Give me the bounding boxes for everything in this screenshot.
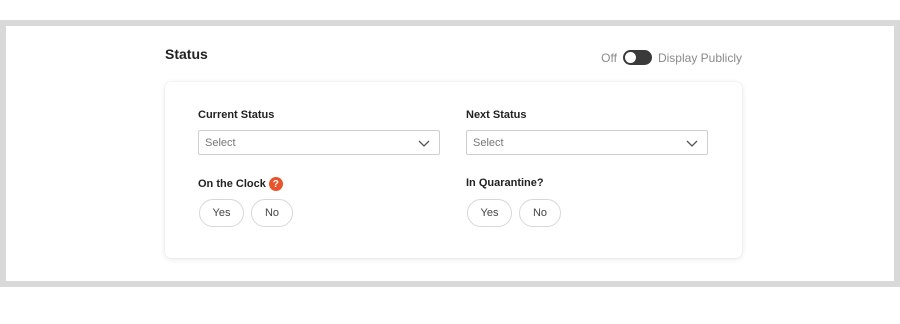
current-status-value: Select xyxy=(205,136,236,149)
toggle-state-label: Off xyxy=(601,50,617,65)
next-status-label: Next Status xyxy=(466,109,527,121)
on-the-clock-label: On the Clock xyxy=(198,177,266,190)
section-title: Status xyxy=(165,46,208,62)
in-quarantine-no-button[interactable]: No xyxy=(519,199,561,227)
display-publicly-toggle-group: Off Display Publicly xyxy=(601,50,742,65)
in-quarantine-yes-button[interactable]: Yes xyxy=(467,199,512,227)
on-the-clock-no-button[interactable]: No xyxy=(251,199,293,227)
display-publicly-toggle[interactable] xyxy=(622,50,652,65)
on-the-clock-label-group: On the Clock? xyxy=(198,177,283,191)
help-icon[interactable]: ? xyxy=(268,177,283,191)
next-status-value: Select xyxy=(473,136,504,149)
status-card: Current Status Select Next Status Select… xyxy=(165,82,742,258)
chevron-down-icon xyxy=(418,140,430,147)
in-quarantine-label: In Quarantine? xyxy=(466,177,544,189)
current-status-label: Current Status xyxy=(198,109,275,121)
status-panel: Status Off Display Publicly Current Stat… xyxy=(6,26,894,281)
frame: Status Off Display Publicly Current Stat… xyxy=(0,20,900,287)
next-status-select[interactable]: Select xyxy=(466,130,708,155)
on-the-clock-yes-button[interactable]: Yes xyxy=(199,199,244,227)
current-status-select[interactable]: Select xyxy=(198,130,440,155)
toggle-knob xyxy=(624,52,636,63)
chevron-down-icon xyxy=(686,140,698,147)
toggle-label: Display Publicly xyxy=(657,50,742,65)
